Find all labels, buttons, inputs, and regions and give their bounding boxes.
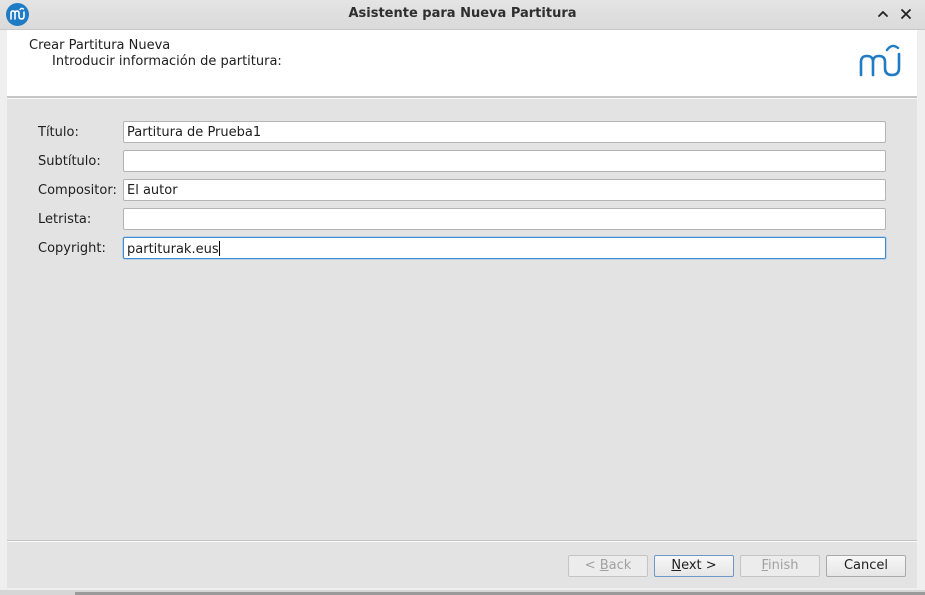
lyricist-label: Letrista:: [38, 212, 92, 227]
composer-label: Compositor:: [38, 183, 117, 198]
musescore-logo-icon: [858, 42, 904, 78]
composer-input-value: El autor: [127, 183, 178, 198]
next-button[interactable]: Next >: [654, 555, 734, 577]
subtitle-label: Subtítulo:: [38, 154, 101, 169]
title-label: Título:: [38, 125, 79, 140]
copyright-input-value: partiturak.eus: [127, 242, 219, 257]
copyright-label: Copyright:: [38, 241, 106, 256]
window-title: Asistente para Nueva Partitura: [348, 6, 577, 21]
score-info-form: Título: Partitura de Prueba1 Subtítulo: …: [7, 99, 917, 540]
cancel-button[interactable]: Cancel: [826, 555, 906, 577]
back-button[interactable]: < Back: [568, 555, 648, 577]
title-bar[interactable]: Asistente para Nueva Partitura: [0, 0, 925, 30]
copyright-row: Copyright: partiturak.eus: [7, 237, 917, 261]
title-row: Título: Partitura de Prueba1: [7, 121, 917, 145]
title-input-value: Partitura de Prueba1: [127, 125, 262, 140]
wizard-header: Crear Partitura Nueva Introducir informa…: [7, 30, 917, 96]
finish-button[interactable]: Finish: [740, 555, 820, 577]
lyricist-input[interactable]: [123, 208, 886, 230]
composer-input[interactable]: El autor: [123, 179, 886, 201]
wizard-page-title: Crear Partitura Nueva: [29, 38, 171, 53]
new-score-wizard-window: Asistente para Nueva Partitura Crear Par…: [0, 0, 925, 595]
subtitle-row: Subtítulo:: [7, 150, 917, 174]
title-input[interactable]: Partitura de Prueba1: [123, 121, 886, 143]
subtitle-input[interactable]: [123, 150, 886, 172]
text-caret: [218, 241, 220, 256]
composer-row: Compositor: El autor: [7, 179, 917, 203]
maximize-icon[interactable]: [874, 5, 892, 23]
wizard-button-bar: < Back Next > Finish Cancel: [7, 542, 917, 588]
wizard-page-subtitle: Introducir información de partitura:: [52, 54, 282, 69]
copyright-input[interactable]: partiturak.eus: [123, 237, 886, 259]
lyricist-row: Letrista:: [7, 208, 917, 232]
close-icon[interactable]: [897, 5, 915, 23]
